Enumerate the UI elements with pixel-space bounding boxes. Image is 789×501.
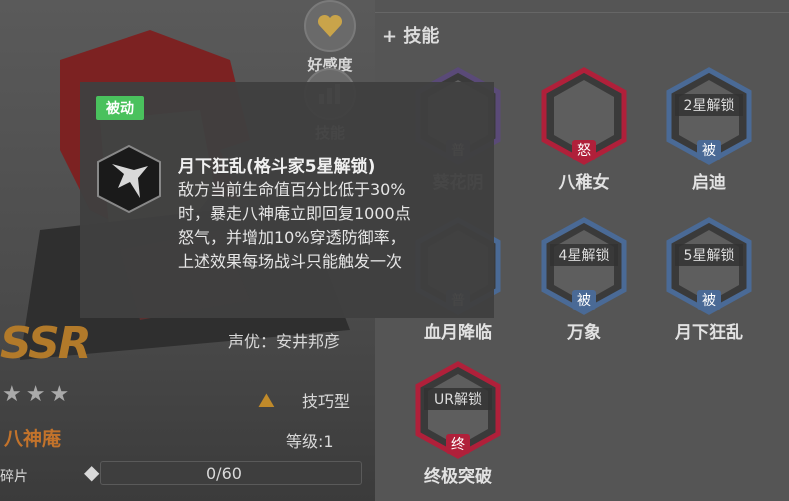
skill-hex-icon: 怒 bbox=[541, 67, 627, 165]
skill-hex-icon: UR解锁 终 bbox=[415, 361, 501, 459]
tooltip-line: 敌方当前生命值百分比低于30% bbox=[178, 180, 406, 199]
skill-tooltip: 被动 月下狂乱(格斗家5星解锁) 敌方当前生命值百分比低于30% 时，暴走八神庵… bbox=[80, 82, 494, 318]
skill-type-badge: 被 bbox=[577, 293, 591, 309]
character-level: 等级:1 bbox=[286, 432, 334, 451]
skill-name: 月下狂乱 bbox=[675, 323, 743, 343]
skill-hex-icon: 2星解锁 被 bbox=[666, 67, 752, 165]
skill-slot[interactable]: 5星解锁 被 月下狂乱 bbox=[659, 216, 759, 343]
rarity-logo: SSR bbox=[0, 318, 92, 369]
skill-hex-icon: 5星解锁 被 bbox=[666, 217, 752, 315]
skill-icon bbox=[97, 144, 161, 214]
skill-lock-label: 4星解锁 bbox=[559, 248, 610, 264]
skill-slot[interactable]: 4星解锁 被 万象 bbox=[534, 216, 634, 343]
mountain-icon: ⛰ bbox=[258, 388, 275, 412]
shard-icon: ◆ bbox=[84, 460, 100, 484]
skill-slot[interactable]: UR解锁 终 终极突破 bbox=[408, 360, 508, 487]
skill-slot[interactable]: 2星解锁 被 启迪 bbox=[659, 66, 759, 193]
skill-type-badge: 终 bbox=[451, 437, 465, 453]
skill-name: 八稚女 bbox=[558, 173, 610, 193]
tooltip-title: 月下狂乱(格斗家5星解锁) bbox=[178, 157, 376, 177]
skill-name: 血月降临 bbox=[424, 323, 492, 343]
skill-slot[interactable]: 怒 八稚女 bbox=[534, 66, 634, 193]
star-rating: ★★★ bbox=[2, 382, 74, 407]
character-name: 八神庵 bbox=[4, 428, 62, 450]
skills-section-title: + 技能 bbox=[382, 26, 440, 47]
skill-hex-icon: 4星解锁 被 bbox=[541, 217, 627, 315]
skill-type-badge: 被 bbox=[702, 293, 716, 309]
skill-type-badge: 怒 bbox=[577, 143, 591, 159]
heart-icon bbox=[304, 0, 356, 52]
shard-label: 碎片 bbox=[0, 469, 28, 485]
fighter-type: 技巧型 bbox=[302, 392, 351, 411]
section-divider bbox=[375, 12, 789, 13]
skill-type-badge: 被 bbox=[702, 143, 716, 159]
skill-name: 终极突破 bbox=[424, 467, 492, 487]
skill-lock-label: 5星解锁 bbox=[684, 248, 735, 264]
skill-lock-label: 2星解锁 bbox=[684, 98, 735, 114]
tooltip-line: 怒气，并增加10%穿透防御率， bbox=[178, 228, 406, 247]
skill-name: 万象 bbox=[567, 323, 601, 343]
tooltip-line: 上述效果每场战斗只能触发一次 bbox=[178, 252, 403, 271]
tooltip-description: 敌方当前生命值百分比低于30% 时，暴走八神庵立即回复1000点 怒气，并增加1… bbox=[178, 178, 478, 274]
voice-actor: 声优：安井邦彦 bbox=[228, 332, 341, 351]
shard-count: 0/60 bbox=[206, 464, 242, 483]
favor-button[interactable]: 好感度 bbox=[295, 0, 365, 75]
tooltip-line: 时，暴走八神庵立即回复1000点 bbox=[178, 204, 411, 223]
passive-badge: 被动 bbox=[96, 96, 144, 120]
skill-lock-label: UR解锁 bbox=[434, 392, 482, 408]
skill-name: 启迪 bbox=[692, 173, 726, 193]
